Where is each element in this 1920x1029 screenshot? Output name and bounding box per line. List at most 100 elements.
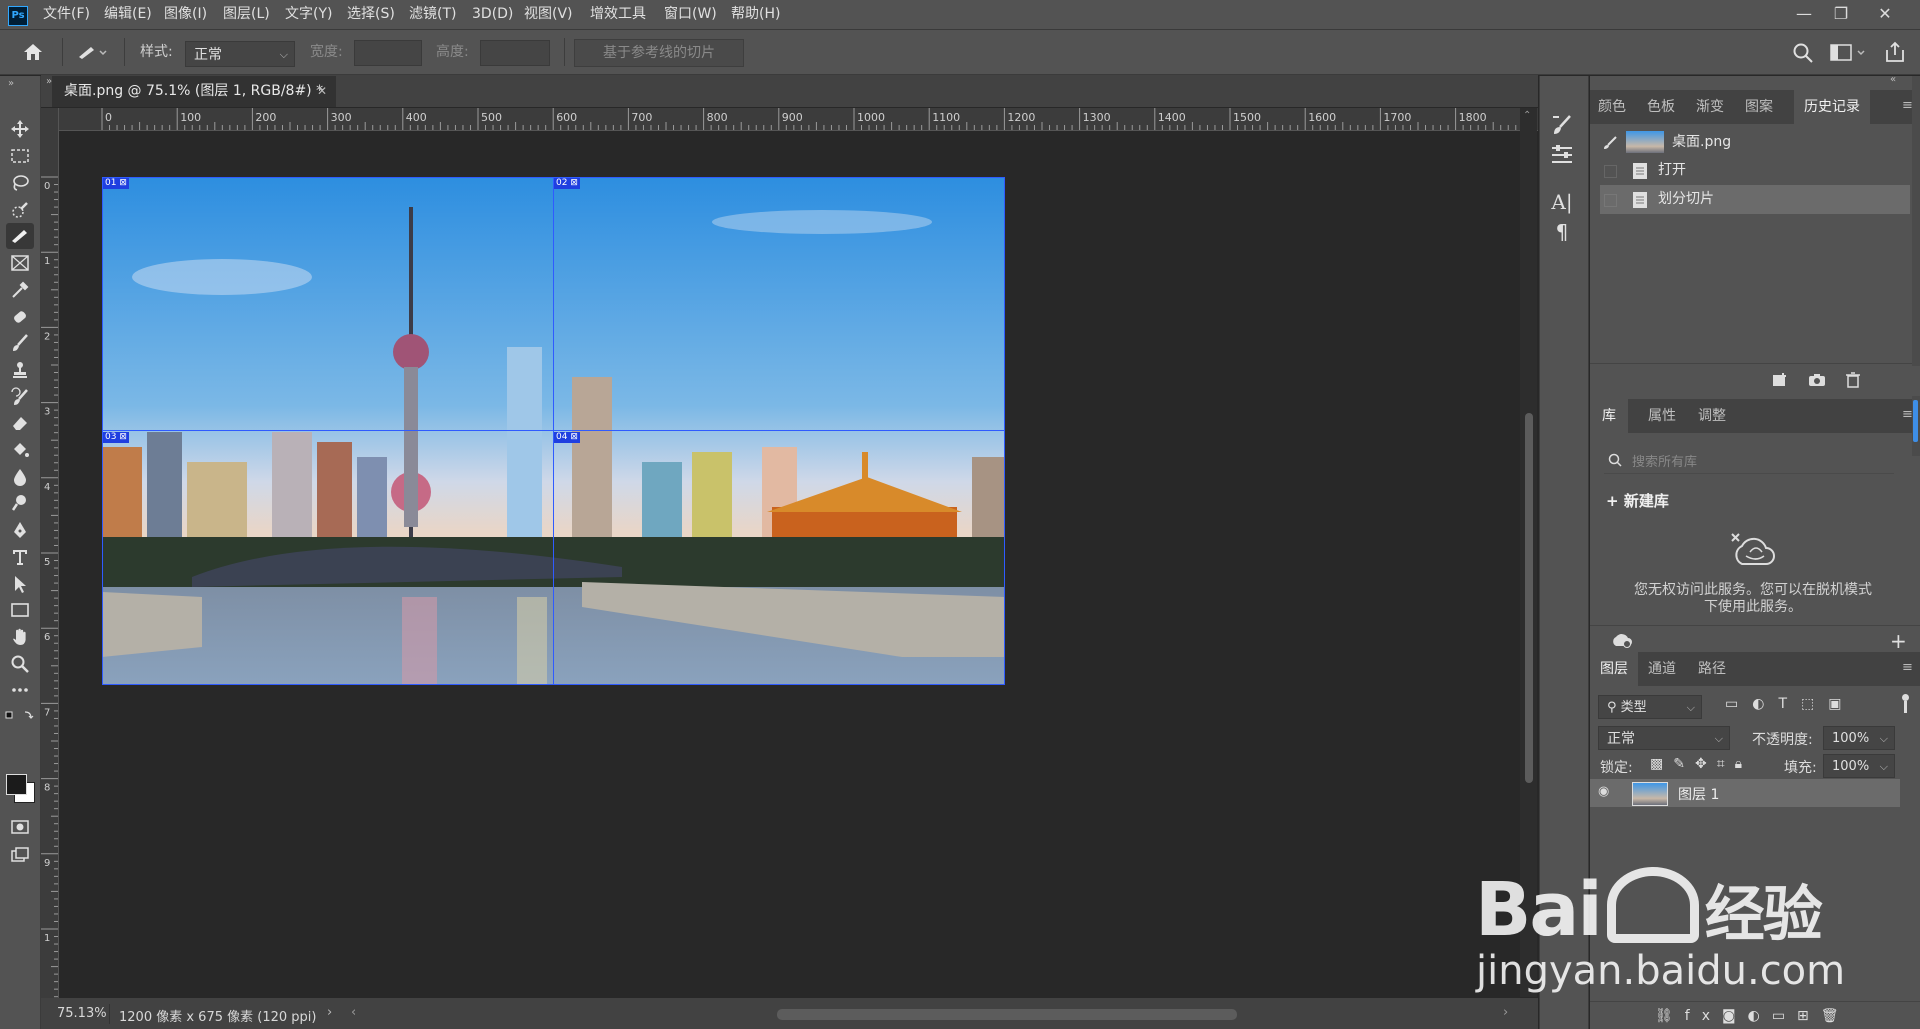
- library-search-input[interactable]: 搜索所有库: [1604, 447, 1894, 474]
- blend-mode-dropdown[interactable]: 正常 ⌵: [1598, 726, 1730, 750]
- menu-select[interactable]: 选择(S): [347, 0, 395, 29]
- delete-layer-icon[interactable]: 🗑︎: [1821, 1008, 1851, 1024]
- menu-file[interactable]: 文件(F): [43, 0, 90, 29]
- menu-window[interactable]: 窗口(W): [664, 0, 717, 29]
- eyedropper-tool-icon[interactable]: [6, 277, 34, 303]
- document-tab[interactable]: 桌面.png @ 75.1% (图层 1, RGB/8#) * ✕: [52, 76, 336, 107]
- scroll-up-icon[interactable]: ⌃: [1523, 110, 1531, 121]
- new-layer-icon[interactable]: ⊞: [1797, 1008, 1821, 1024]
- history-brush-tool-icon[interactable]: [6, 384, 34, 410]
- menu-type[interactable]: 文字(Y): [285, 0, 332, 29]
- slice-tool-preset-icon[interactable]: [76, 42, 110, 62]
- menu-help[interactable]: 帮助(H): [731, 0, 780, 29]
- more-tools-icon[interactable]: [6, 677, 34, 703]
- layer-row[interactable]: ◉ 图层 1: [1590, 779, 1900, 807]
- vertical-ruler[interactable]: 0 1 2 3 4 5 6 7 8 9 1: [41, 108, 59, 998]
- quick-mask-icon[interactable]: [6, 814, 34, 840]
- fill-input[interactable]: 100% ⌵: [1823, 754, 1895, 778]
- menu-view[interactable]: 视图(V): [524, 0, 573, 29]
- close-tab-icon[interactable]: ✕: [317, 76, 327, 107]
- filter-toggle-icon[interactable]: [1902, 694, 1910, 716]
- slice-label-04[interactable]: 04 ⊠: [554, 432, 580, 443]
- foreground-color-swatch[interactable]: [6, 774, 27, 795]
- history-brush-source-icon[interactable]: [1602, 135, 1620, 151]
- tab-gradients[interactable]: 渐变: [1696, 90, 1724, 124]
- tab-adjustments[interactable]: 调整: [1698, 399, 1726, 433]
- layer-filter-icons[interactable]: ▭◐T⬚▣: [1725, 696, 1905, 718]
- history-scrollbar[interactable]: [1912, 76, 1920, 366]
- shape-filter-icon[interactable]: ⬚: [1801, 696, 1828, 712]
- tab-layers[interactable]: 图层: [1590, 652, 1638, 686]
- slice-label-02[interactable]: 02 ⊠: [554, 178, 580, 189]
- link-layers-icon[interactable]: ⛓: [1655, 1008, 1685, 1024]
- new-document-from-state-icon[interactable]: [1770, 372, 1790, 388]
- tab-color[interactable]: 颜色: [1598, 90, 1626, 124]
- history-state-slice[interactable]: 划分切片: [1600, 185, 1910, 214]
- lasso-tool-icon[interactable]: [6, 170, 34, 196]
- pen-tool-icon[interactable]: [6, 517, 34, 543]
- menu-plugins[interactable]: 增效工具: [590, 0, 646, 29]
- path-selection-tool-icon[interactable]: [6, 571, 34, 597]
- tab-properties[interactable]: 属性: [1648, 399, 1676, 433]
- horizontal-scroll-thumb[interactable]: [777, 1009, 1237, 1020]
- tab-patterns[interactable]: 图案: [1745, 90, 1773, 124]
- horizontal-ruler[interactable]: 0 100 200 300 400 500 600 700 800 900 1000 1100 1200…: [58, 108, 1538, 131]
- lock-artboard-icon[interactable]: ⌗: [1717, 756, 1735, 772]
- add-mask-icon[interactable]: ◙: [1722, 1008, 1748, 1024]
- tab-paths[interactable]: 路径: [1698, 652, 1726, 686]
- scroll-right-icon[interactable]: ›: [1503, 1005, 1508, 1020]
- restore-icon[interactable]: ❐: [1823, 0, 1859, 29]
- type-tool-icon[interactable]: [6, 544, 34, 570]
- menu-edit[interactable]: 编辑(E): [104, 0, 152, 29]
- pixel-filter-icon[interactable]: ▭: [1725, 696, 1752, 712]
- character-panel-icon[interactable]: A|: [1542, 189, 1582, 215]
- tab-swatches[interactable]: 色板: [1647, 90, 1675, 124]
- menu-image[interactable]: 图像(I): [164, 0, 207, 29]
- panel-menu-icon[interactable]: ≡: [1902, 660, 1913, 675]
- slice-label-01[interactable]: 01 ⊠: [103, 178, 129, 189]
- adjustment-filter-icon[interactable]: ◐: [1752, 696, 1778, 712]
- tab-history[interactable]: 历史记录: [1794, 90, 1870, 124]
- stamp-tool-icon[interactable]: [6, 357, 34, 383]
- add-library-icon[interactable]: +: [1890, 629, 1907, 653]
- collapse-toolbar-icon[interactable]: »: [8, 78, 14, 89]
- lock-position-icon[interactable]: ✥: [1695, 756, 1717, 772]
- home-icon[interactable]: [22, 42, 44, 62]
- vertical-scrollbar[interactable]: ⌃: [1520, 108, 1537, 997]
- adjustment-layer-icon[interactable]: ◐: [1748, 1008, 1772, 1024]
- vertical-scroll-thumb[interactable]: [1525, 413, 1533, 783]
- eye-icon[interactable]: ◉: [1598, 784, 1609, 799]
- zoom-level[interactable]: 75.13%: [57, 1006, 107, 1021]
- zoom-tool-icon[interactable]: [6, 651, 34, 677]
- history-state-checkbox[interactable]: [1604, 194, 1617, 207]
- hand-tool-icon[interactable]: [6, 624, 34, 650]
- slice-divider-horizontal[interactable]: [102, 430, 1005, 431]
- brush-tool-icon[interactable]: [6, 330, 34, 356]
- tab-channels[interactable]: 通道: [1648, 652, 1676, 686]
- cloud-sync-icon[interactable]: [1610, 632, 1634, 648]
- layer-filter-dropdown[interactable]: ⚲ 类型 ⌵: [1598, 695, 1702, 719]
- blur-tool-icon[interactable]: [6, 464, 34, 490]
- slice-tool-icon[interactable]: [6, 223, 34, 249]
- frame-tool-icon[interactable]: [6, 250, 34, 276]
- share-icon[interactable]: [1884, 40, 1906, 64]
- dodge-tool-icon[interactable]: [6, 490, 34, 516]
- healing-brush-tool-icon[interactable]: [6, 304, 34, 330]
- close-icon[interactable]: ✕: [1867, 0, 1903, 29]
- paragraph-panel-icon[interactable]: ¶: [1542, 219, 1582, 245]
- tab-libraries[interactable]: 库: [1590, 399, 1628, 433]
- smart-object-filter-icon[interactable]: ▣: [1828, 696, 1855, 712]
- history-state-open[interactable]: 打开: [1600, 156, 1910, 185]
- eraser-tool-icon[interactable]: [6, 410, 34, 436]
- rectangle-tool-icon[interactable]: [6, 597, 34, 623]
- quick-selection-tool-icon[interactable]: [6, 197, 34, 223]
- new-library-button[interactable]: + 新建库: [1606, 490, 1669, 511]
- swap-colors-icon[interactable]: [5, 710, 35, 722]
- menu-layer[interactable]: 图层(L): [223, 0, 270, 29]
- slice-divider-vertical[interactable]: [553, 177, 554, 685]
- camera-icon[interactable]: [1807, 372, 1827, 388]
- type-filter-icon[interactable]: T: [1778, 696, 1801, 712]
- scroll-left-icon[interactable]: ‹: [351, 1005, 356, 1020]
- adjustment-presets-icon[interactable]: [1542, 142, 1582, 168]
- search-icon[interactable]: [1792, 42, 1814, 64]
